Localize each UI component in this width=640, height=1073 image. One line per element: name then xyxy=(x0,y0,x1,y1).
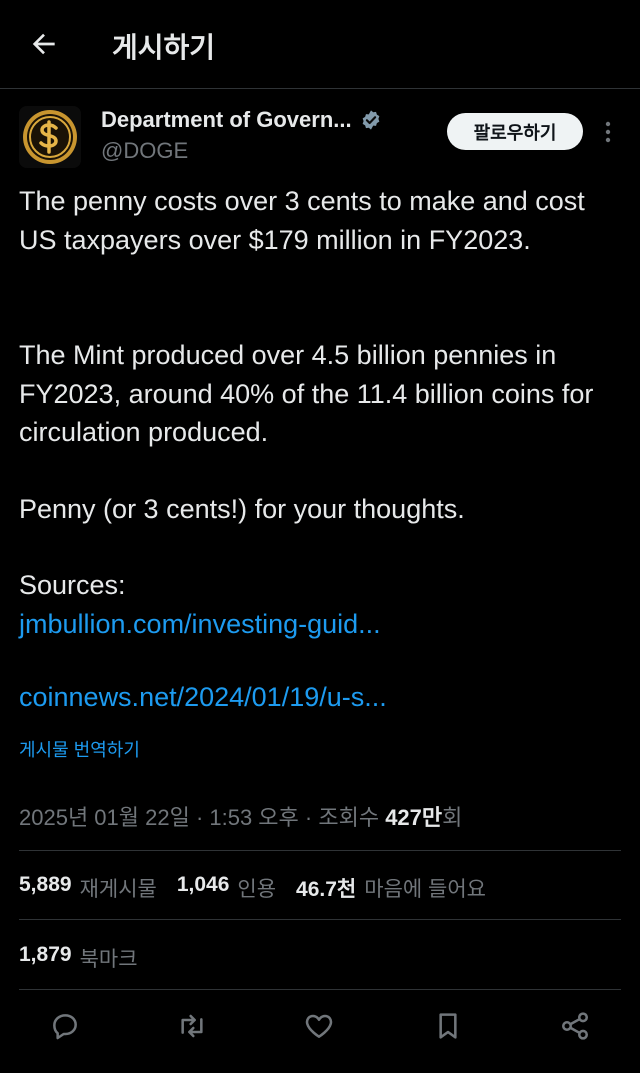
post-timestamp[interactable]: 2025년 01월 22일 · 1:53 오후 · 조회수 xyxy=(19,805,385,830)
author-name-row[interactable]: Department of Govern... xyxy=(101,107,382,133)
bookmark-icon[interactable] xyxy=(432,1010,464,1042)
bookmark-stats: 1,879 북마크 xyxy=(19,943,158,973)
reposts-stat[interactable]: 5,889 재게시물 xyxy=(19,873,157,903)
page-title: 게시하기 xyxy=(112,32,216,63)
sources-block: Sources: jmbullion.com/investing-guid... xyxy=(19,566,619,643)
back-arrow-icon[interactable] xyxy=(28,28,60,60)
translate-post-link[interactable]: 게시물 번역하기 xyxy=(19,736,140,762)
repost-icon[interactable] xyxy=(176,1010,208,1042)
likes-label: 마음에 들어요 xyxy=(364,878,487,901)
quotes-stat[interactable]: 1,046 인용 xyxy=(177,873,276,903)
reposts-count: 5,889 xyxy=(19,873,72,896)
engagement-stats: 5,889 재게시물 1,046 인용 46.7천 마음에 들어요 xyxy=(19,873,506,903)
author-handle[interactable]: @DOGE xyxy=(101,138,188,164)
divider xyxy=(19,919,621,920)
post-paragraph: The penny costs over 3 cents to make and… xyxy=(19,186,585,255)
reply-icon[interactable] xyxy=(49,1010,81,1042)
bookmarks-count: 1,879 xyxy=(19,943,72,966)
doge-logo-icon xyxy=(19,106,81,168)
bookmarks-label: 북마크 xyxy=(79,948,138,971)
quotes-count: 1,046 xyxy=(176,873,230,896)
view-count: 427만 xyxy=(385,805,443,830)
divider xyxy=(19,850,621,851)
likes-count: 46.7천 xyxy=(296,878,357,901)
source-link-coinnews[interactable]: coinnews.net/2024/01/19/u-s... xyxy=(19,682,387,713)
bookmarks-stat[interactable]: 1,879 북마크 xyxy=(19,943,138,973)
more-options-icon[interactable] xyxy=(598,118,618,146)
post-paragraph: The Mint produced over 4.5 billion penni… xyxy=(19,340,594,447)
reposts-label: 재게시물 xyxy=(79,878,157,901)
sources-label: Sources: xyxy=(19,570,126,600)
view-count-suffix: 회 xyxy=(442,805,463,830)
follow-button[interactable]: 팔로우하기 xyxy=(447,113,583,150)
verified-badge-icon xyxy=(362,110,379,130)
like-heart-icon[interactable] xyxy=(303,1010,335,1042)
author-display-name[interactable]: Department of Govern... xyxy=(101,107,352,133)
quotes-label: 인용 xyxy=(237,878,277,901)
avatar[interactable] xyxy=(19,106,81,168)
post-meta: 2025년 01월 22일 · 1:53 오후 · 조회수 427만회 xyxy=(19,800,462,832)
action-bar xyxy=(0,1000,640,1052)
share-icon[interactable] xyxy=(559,1010,591,1042)
likes-stat[interactable]: 46.7천 마음에 들어요 xyxy=(296,873,486,903)
top-bar: 게시하기 xyxy=(0,0,640,89)
post-paragraph: Penny (or 3 cents!) for your thoughts. xyxy=(19,494,465,524)
divider xyxy=(19,989,621,990)
source-link-jmbullion[interactable]: jmbullion.com/investing-guid... xyxy=(19,605,619,644)
